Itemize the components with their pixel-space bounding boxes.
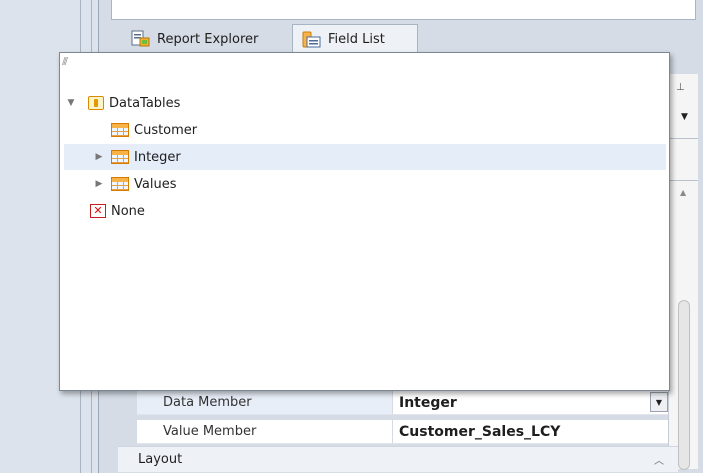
field-list-icon [301, 31, 323, 49]
property-row-data-member[interactable]: Data Member Integer ▼ [137, 391, 668, 415]
chevron-down-icon[interactable]: ▼ [681, 112, 688, 122]
tree-node-label: Integer [134, 149, 181, 165]
divider [669, 180, 698, 181]
tab-label: Report Explorer [157, 31, 259, 47]
table-icon [111, 123, 129, 137]
property-name: Value Member [163, 424, 257, 439]
chevron-down-icon[interactable]: ▼ [64, 98, 78, 108]
property-name: Data Member [163, 395, 252, 410]
datasource-icon [88, 96, 104, 110]
tree-node-label: Customer [134, 122, 198, 138]
none-icon: ✕ [90, 204, 106, 218]
chevron-right-icon[interactable]: ▶ [92, 152, 106, 162]
table-icon [111, 177, 129, 191]
property-value-text: Customer_Sales_LCY [399, 423, 561, 440]
category-layout[interactable]: Layout ︿ [118, 446, 678, 472]
tree-node-datatables[interactable]: ▼ DataTables [64, 90, 664, 116]
resize-grip-icon[interactable]: /// [62, 56, 68, 67]
pin-icon[interactable]: ⊥ [676, 82, 685, 93]
tree-node-label: None [111, 203, 145, 219]
tab-label: Field List [328, 32, 385, 47]
tab-field-list[interactable]: Field List [292, 24, 418, 54]
property-row-value-member[interactable]: Value Member Customer_Sales_LCY [137, 420, 668, 444]
table-icon [111, 150, 129, 164]
tree-node-customer[interactable]: Customer [64, 117, 664, 143]
property-value-value-member[interactable]: Customer_Sales_LCY [392, 420, 668, 443]
chevron-right-icon[interactable]: ▶ [92, 179, 106, 189]
tab-report-explorer[interactable]: Report Explorer [122, 24, 292, 54]
property-value-text: Integer [399, 394, 457, 411]
tree-node-label: DataTables [109, 95, 181, 111]
tree-node-integer[interactable]: ▶ Integer [64, 144, 666, 170]
divider [669, 138, 698, 139]
chevron-down-icon: ▼ [655, 397, 663, 407]
category-label: Layout [138, 452, 183, 467]
tree-node-label: Values [134, 176, 177, 192]
top-panel-area [111, 0, 696, 20]
tree-node-values[interactable]: ▶ Values [64, 171, 664, 197]
report-explorer-icon [130, 30, 152, 48]
property-value-data-member[interactable]: Integer ▼ [392, 391, 668, 414]
scroll-up-icon[interactable]: ▲ [680, 188, 686, 197]
scrollbar-thumb[interactable] [678, 300, 690, 470]
chevron-up-icon[interactable]: ︿ [654, 452, 664, 467]
dropdown-button[interactable]: ▼ [650, 392, 668, 412]
tree-node-none[interactable]: ✕ None [64, 198, 664, 224]
